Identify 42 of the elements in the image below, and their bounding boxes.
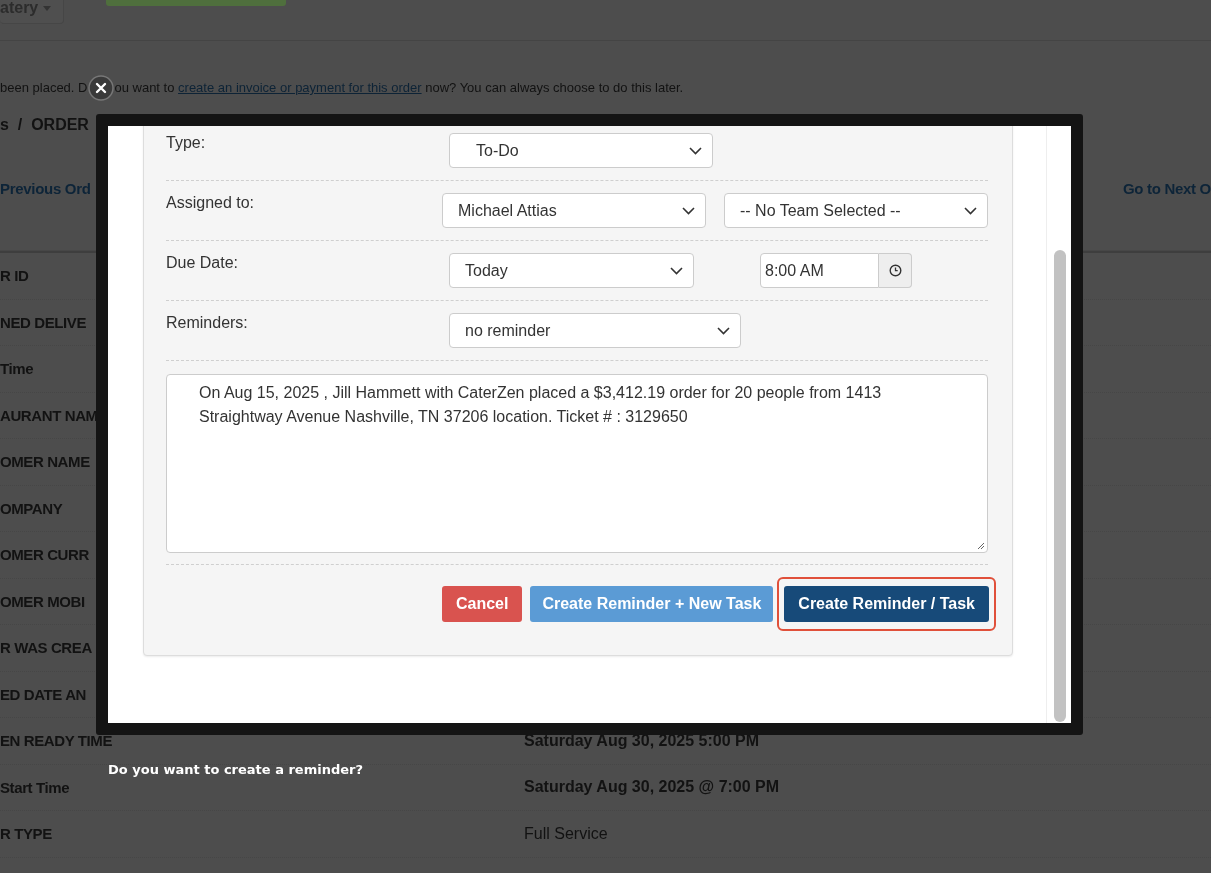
field-label: OMPANY (0, 499, 63, 517)
field-label: OMER CURR (0, 546, 89, 564)
field-label: OMER MOBI (0, 592, 85, 610)
chevron-icon (682, 206, 695, 215)
dialog-button[interactable]: Create Reminder / Task (784, 586, 989, 622)
time-field[interactable]: 8:00 AM (760, 253, 879, 288)
field-label: Due Date: (166, 253, 240, 272)
field-label: Assigned to: (166, 193, 256, 212)
field-label: OMER NAME (0, 453, 90, 471)
dialog-button[interactable]: Cancel (441, 586, 523, 622)
select-field[interactable]: no reminder (449, 313, 741, 348)
field-label: R TYPE (0, 825, 52, 843)
field-value: Full Service (524, 824, 608, 843)
alert-text: ou want to (114, 80, 176, 95)
alert-text: now? You can always choose to do this later. (424, 80, 684, 95)
field-label: ED DATE AN (0, 685, 86, 703)
breadcrumb: s / ORDER (0, 116, 90, 134)
field-label: R ID (0, 267, 29, 285)
caret-icon (43, 5, 52, 11)
description-field[interactable]: On Aug 15, 2025 , Jill Hammett with CaterZen placed a $3,412.19 order for 20 people from 1413 Straightway Avenue Nashville, TN 37206 location. Ticket # : 3129650 (166, 374, 988, 553)
field-label: R WAS CREA (0, 639, 92, 657)
alert-text: been placed. D (0, 80, 88, 95)
field-label: Start Time (0, 778, 70, 796)
select-field[interactable]: To-Do (449, 133, 713, 168)
resize-handle-icon[interactable] (976, 541, 985, 550)
select-field[interactable]: Today (449, 253, 694, 288)
modal-caption: Do you want to create a reminder? (108, 762, 363, 777)
field-label: EN READY TIME (0, 732, 113, 750)
chevron-icon (964, 206, 977, 215)
scrollbar-thumb[interactable] (1054, 250, 1066, 722)
select-field[interactable]: Michael Attias (442, 193, 706, 228)
field-label: Time (0, 360, 34, 378)
chevron-icon (717, 326, 730, 335)
clock-button[interactable] (879, 253, 912, 288)
chevron-icon (670, 266, 683, 275)
field-label: Reminders: (166, 313, 249, 332)
clock-icon (888, 264, 902, 277)
select-field[interactable]: -- No Team Selected -- (724, 193, 988, 228)
field-label: NED DELIVE (0, 313, 86, 331)
field-label: Type: (166, 133, 207, 152)
close-icon[interactable] (88, 74, 115, 101)
chevron-icon (689, 146, 702, 155)
